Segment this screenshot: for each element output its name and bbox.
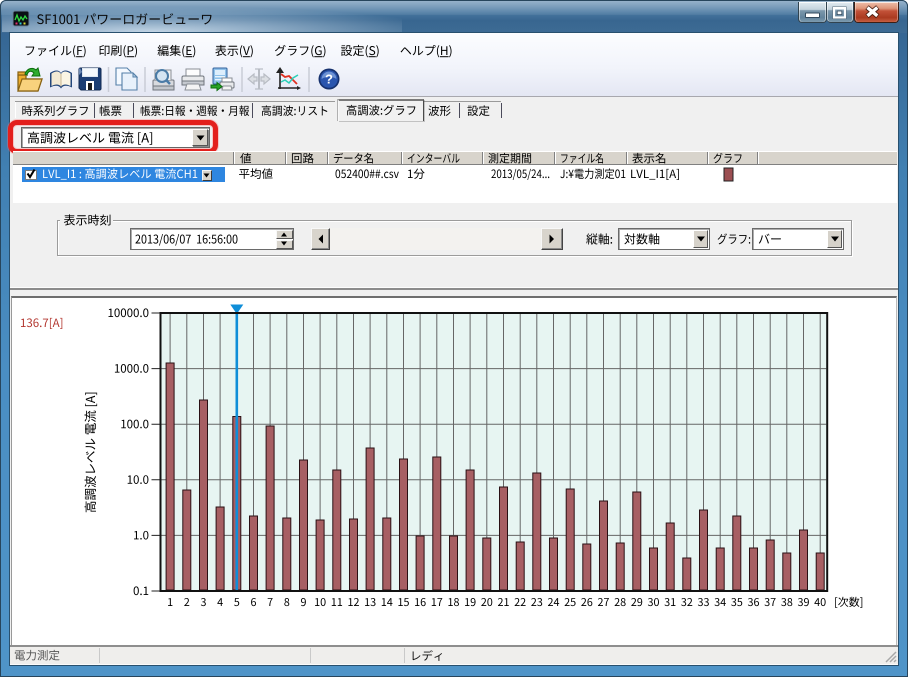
svg-text:?: ? — [325, 72, 333, 87]
